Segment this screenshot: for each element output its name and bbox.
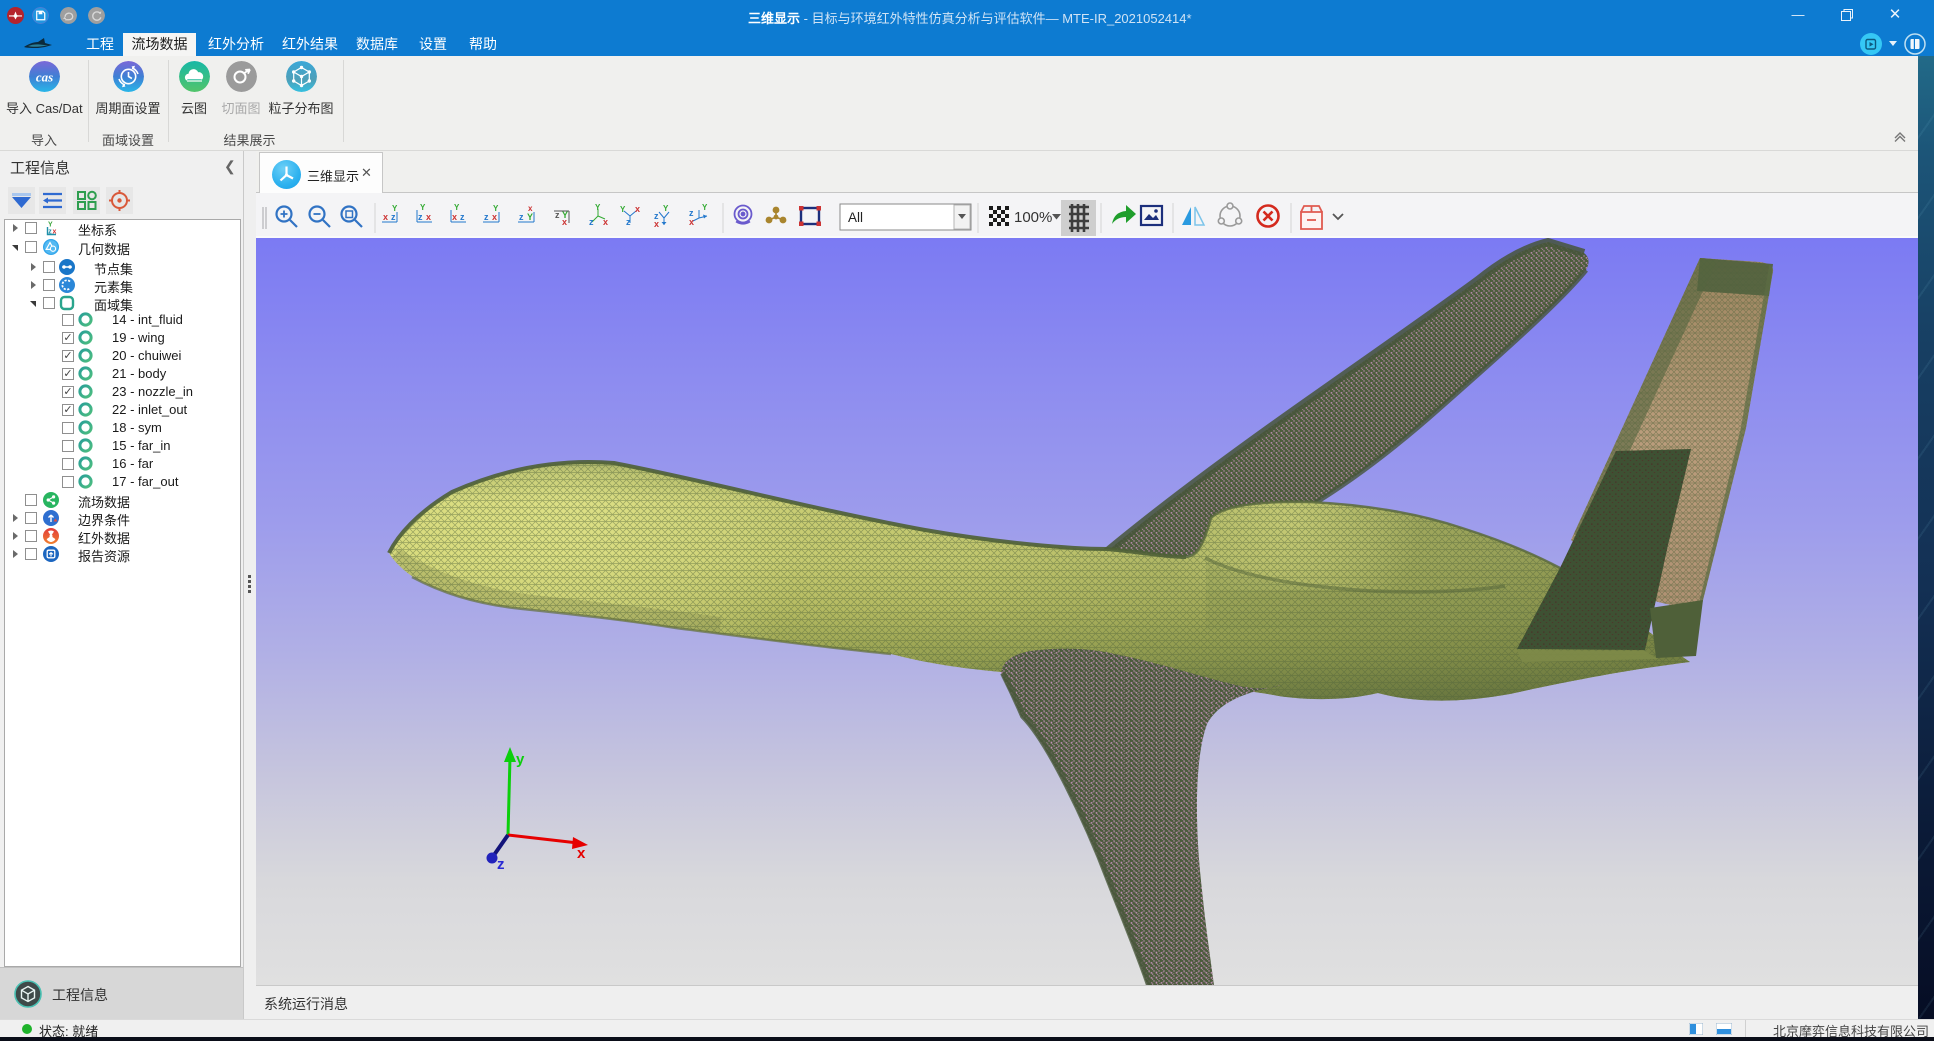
svg-text:Y: Y bbox=[48, 222, 53, 229]
svg-text:x: x bbox=[562, 217, 567, 227]
svg-text:All: All bbox=[848, 210, 863, 225]
svg-text:x: x bbox=[635, 204, 640, 214]
svg-text:x: x bbox=[452, 212, 457, 222]
svg-text:x: x bbox=[689, 217, 694, 227]
svg-text:Y: Y bbox=[493, 204, 499, 213]
svg-text:z: z bbox=[391, 212, 396, 222]
svg-text:Y: Y bbox=[620, 205, 626, 214]
svg-text:Y: Y bbox=[454, 203, 460, 212]
svg-text:x: x bbox=[654, 219, 659, 229]
svg-text:y: y bbox=[516, 751, 525, 768]
svg-text:x: x bbox=[577, 845, 586, 862]
svg-text:x: x bbox=[492, 212, 497, 222]
svg-text:Y: Y bbox=[420, 203, 426, 212]
svg-text:Y: Y bbox=[595, 203, 601, 212]
svg-text:z: z bbox=[555, 210, 560, 220]
svg-text:z: z bbox=[519, 212, 524, 222]
svg-text:Y: Y bbox=[392, 204, 398, 213]
svg-text:z: z bbox=[497, 856, 505, 873]
svg-text:z: z bbox=[626, 217, 631, 227]
svg-text:100%: 100% bbox=[1014, 209, 1052, 226]
svg-text:z: z bbox=[484, 212, 489, 222]
svg-text:Y: Y bbox=[663, 204, 669, 213]
svg-text:z: z bbox=[589, 217, 594, 227]
svg-text:Y: Y bbox=[702, 203, 708, 212]
svg-text:x: x bbox=[53, 229, 57, 236]
svg-text:x: x bbox=[383, 212, 388, 222]
svg-text:x: x bbox=[528, 204, 533, 213]
svg-text:z: z bbox=[460, 212, 465, 222]
svg-text:cas: cas bbox=[35, 70, 52, 85]
svg-text:Y: Y bbox=[527, 212, 533, 222]
svg-text:x: x bbox=[426, 212, 431, 222]
svg-text:z: z bbox=[418, 212, 423, 222]
svg-text:x: x bbox=[603, 217, 608, 227]
